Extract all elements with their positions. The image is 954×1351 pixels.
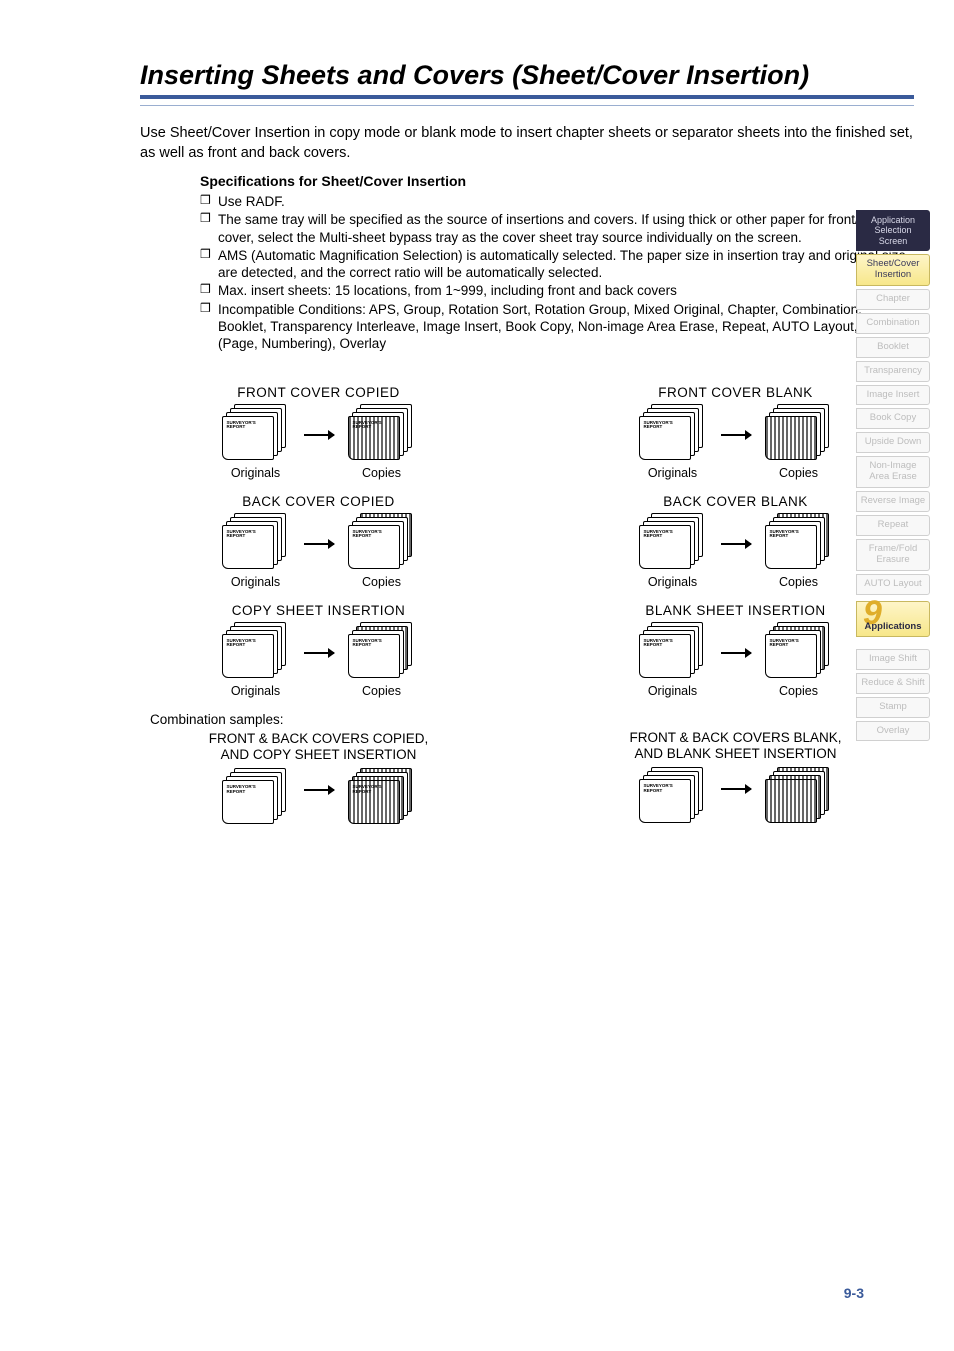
copies-label: Copies — [362, 684, 401, 698]
arrow-icon — [304, 434, 334, 436]
copies-label: Copies — [779, 684, 818, 698]
diagram-title: FRONT COVER COPIED — [237, 385, 400, 400]
sidebar-tab[interactable]: Chapter — [856, 289, 930, 310]
spec-item: Max. insert sheets: 15 locations, from 1… — [200, 282, 914, 299]
arrow-icon — [304, 789, 334, 791]
copies-stack: SURVEYOR'S REPORT — [763, 622, 835, 680]
diagram-title: BACK COVER COPIED — [242, 494, 395, 509]
originals-label: Originals — [648, 466, 697, 480]
copies-stack: SURVEYOR'S REPORT — [346, 622, 418, 680]
specs-list: Use RADF. The same tray will be specifie… — [200, 193, 914, 352]
arrow-icon — [304, 652, 334, 654]
title-rule — [140, 95, 914, 99]
sidebar-tab[interactable]: Combination — [856, 313, 930, 334]
spec-item: Use RADF. — [200, 193, 914, 210]
combo-title: FRONT & BACK COVERS COPIED, AND COPY SHE… — [209, 731, 429, 765]
originals-stack: SURVEYOR'S REPORT — [637, 404, 709, 462]
copies-stack: SURVEYOR'S REPORT — [763, 513, 835, 571]
copies-stack — [763, 767, 835, 825]
sidebar-tab[interactable]: Transparency — [856, 361, 930, 382]
title-subrule — [140, 105, 914, 106]
sidebar-tab[interactable]: Image Insert — [856, 385, 930, 406]
sidebar-tab[interactable]: Reverse Image — [856, 491, 930, 512]
originals-label: Originals — [231, 684, 280, 698]
sidebar-tab[interactable]: Sheet/Cover Insertion — [856, 254, 930, 286]
originals-stack: SURVEYOR'S REPORT — [220, 622, 292, 680]
originals-label: Originals — [648, 684, 697, 698]
diagram-title: BLANK SHEET INSERTION — [645, 603, 825, 618]
copies-stack: SURVEYOR'S REPORT — [346, 513, 418, 571]
diagram-title: BACK COVER BLANK — [663, 494, 808, 509]
sidebar-tab[interactable]: Repeat — [856, 515, 930, 536]
originals-label: Originals — [231, 466, 280, 480]
combo-samples-label: Combination samples: — [150, 712, 284, 727]
intro-text: Use Sheet/Cover Insertion in copy mode o… — [140, 124, 914, 163]
combo-title: FRONT & BACK COVERS BLANK, AND BLANK SHE… — [629, 730, 841, 764]
spec-item: Incompatible Conditions: APS, Group, Rot… — [200, 301, 914, 353]
page-title: Inserting Sheets and Covers (Sheet/Cover… — [140, 60, 914, 91]
originals-stack: SURVEYOR'S REPORT — [637, 513, 709, 571]
sidebar-tab[interactable]: Image Shift — [856, 649, 930, 670]
originals-label: Originals — [648, 575, 697, 589]
sidebar-tab[interactable]: Upside Down — [856, 432, 930, 453]
sidebar-tab[interactable]: Application Selection Screen — [856, 210, 930, 251]
sidebar-tab[interactable]: Overlay — [856, 721, 930, 742]
specs-heading: Specifications for Sheet/Cover Insertion — [200, 173, 914, 189]
sidebar-tab[interactable]: Non-Image Area Erase — [856, 456, 930, 488]
diagram-area: FRONT COVER COPIED SURVEYOR'S REPORT Ori… — [140, 377, 914, 829]
originals-stack: SURVEYOR'S REPORT — [220, 513, 292, 571]
copies-stack: SURVEYOR'S REPORT — [346, 404, 418, 462]
originals-stack: SURVEYOR'S REPORT — [637, 622, 709, 680]
copies-label: Copies — [779, 466, 818, 480]
sidebar-tabs: Application Selection ScreenSheet/Cover … — [856, 210, 930, 741]
section-label: Applications — [857, 621, 929, 632]
sidebar-tab[interactable]: Stamp — [856, 697, 930, 718]
arrow-icon — [721, 543, 751, 545]
arrow-icon — [721, 434, 751, 436]
sidebar-tab[interactable]: AUTO Layout — [856, 574, 930, 595]
diagram-title: COPY SHEET INSERTION — [232, 603, 406, 618]
spec-item: The same tray will be specified as the s… — [200, 211, 914, 246]
originals-stack: SURVEYOR'S REPORT — [220, 404, 292, 462]
originals-stack: SURVEYOR'S REPORT — [637, 767, 709, 825]
sidebar-tab[interactable]: Reduce & Shift — [856, 673, 930, 694]
copies-stack: SURVEYOR'S REPORT — [763, 404, 835, 462]
originals-label: Originals — [231, 575, 280, 589]
arrow-icon — [721, 652, 751, 654]
sidebar-tab[interactable]: Frame/Fold Erasure — [856, 539, 930, 571]
diagram-title: FRONT COVER BLANK — [658, 385, 813, 400]
section-9-tab[interactable]: 9Applications — [856, 601, 930, 637]
arrow-icon — [304, 543, 334, 545]
page-number: 9-3 — [844, 1285, 864, 1301]
copies-label: Copies — [362, 466, 401, 480]
arrow-icon — [721, 788, 751, 790]
copies-stack: SURVEYOR'S REPORT — [346, 768, 418, 826]
copies-label: Copies — [779, 575, 818, 589]
sidebar-tab[interactable]: Booklet — [856, 337, 930, 358]
copies-label: Copies — [362, 575, 401, 589]
sidebar-tab[interactable]: Book Copy — [856, 408, 930, 429]
originals-stack: SURVEYOR'S REPORT — [220, 768, 292, 826]
spec-item: AMS (Automatic Magnification Selection) … — [200, 247, 914, 282]
